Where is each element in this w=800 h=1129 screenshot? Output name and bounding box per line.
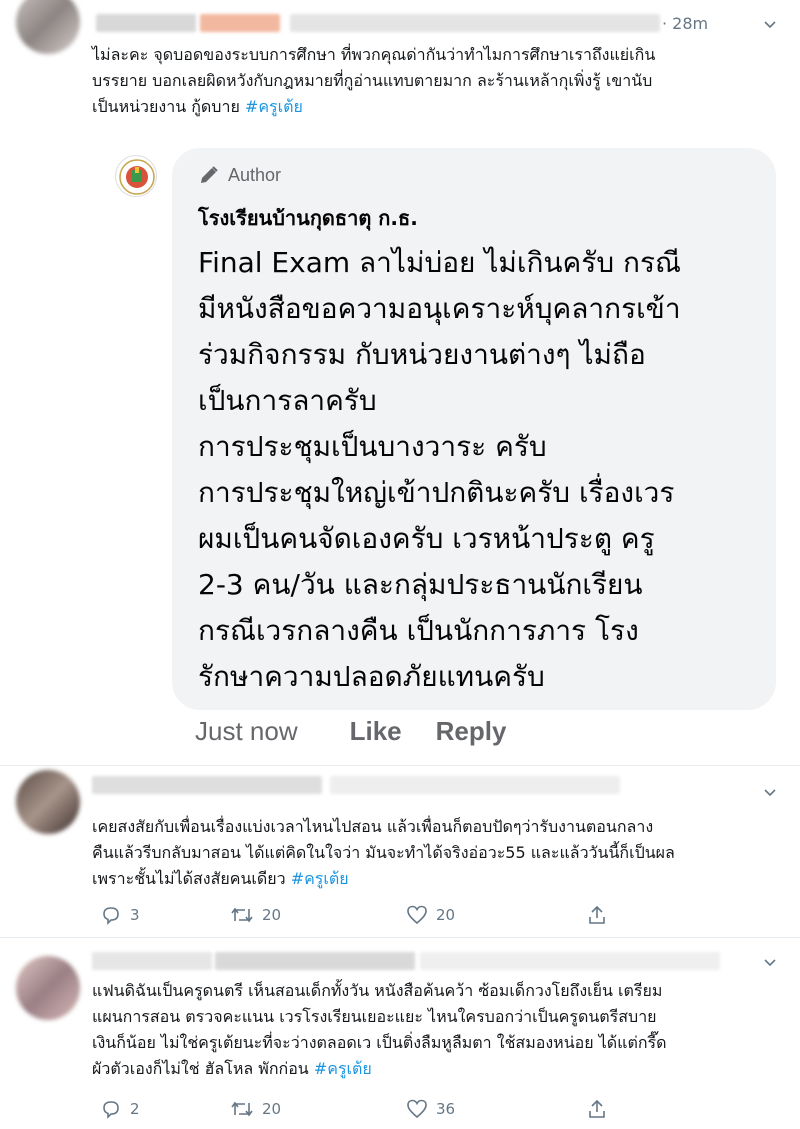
user-handle-blurred bbox=[215, 952, 415, 970]
tweet-line: เป็นหน่วยงาน กู้ดบาย bbox=[92, 97, 245, 116]
chevron-down-icon[interactable] bbox=[762, 16, 778, 32]
tweet-line: เงินก็น้อย ไม่ใช่ครูเต้ยนะที่จะว่างตลอดเ… bbox=[92, 1033, 667, 1052]
reply-line: รักษาความปลอดภัยแทนครับ bbox=[198, 660, 545, 693]
user-name-blurred bbox=[96, 14, 196, 32]
share-action[interactable] bbox=[586, 1098, 616, 1120]
reply-count: 3 bbox=[130, 906, 140, 924]
reply-line: Final Exam ลาไม่บ่อย ไม่เกินครับ กรณี bbox=[198, 246, 681, 279]
tweet-time[interactable]: · 28m bbox=[662, 14, 708, 33]
reply-line: เป็นการลาครับ bbox=[198, 384, 377, 417]
share-icon bbox=[589, 905, 605, 924]
reply-meta: Just now Like Reply bbox=[195, 716, 506, 747]
reply-icon bbox=[103, 907, 119, 925]
tweet-actions: 3 20 20 bbox=[100, 904, 616, 926]
tweet-line: แฟนดิฉันเป็นครูดนตรี เห็นสอนเด็กทั้งวัน … bbox=[92, 981, 663, 1000]
user-handle-blurred bbox=[200, 14, 280, 32]
heart-icon bbox=[407, 1099, 427, 1119]
user-name-blurred bbox=[92, 952, 212, 970]
like-action[interactable]: 20 bbox=[406, 904, 586, 926]
pencil-icon bbox=[201, 166, 218, 183]
reply-line: กรณีเวรกลางคืน เป็นนักการภาร โรง bbox=[198, 614, 639, 647]
reply-text: Final Exam ลาไม่บ่อย ไม่เกินครับ กรณี มี… bbox=[198, 240, 768, 700]
heart-icon bbox=[407, 905, 427, 925]
tweet-body: แฟนดิฉันเป็นครูดนตรี เห็นสอนเด็กทั้งวัน … bbox=[92, 978, 782, 1082]
tweet-line: แผนการสอน ตรวจคะแนน เวรโรงเรียนเยอะแยะ ไ… bbox=[92, 1007, 657, 1026]
retweet-icon bbox=[231, 1101, 253, 1117]
reply-action[interactable]: 2 bbox=[100, 1098, 230, 1120]
retweet-count: 20 bbox=[262, 1100, 282, 1118]
reply-line: การประชุมเป็นบางวาระ ครับ bbox=[198, 430, 547, 463]
share-action[interactable] bbox=[586, 904, 616, 926]
tweet-line: ผัวตัวเองก็ไม่ใช่ ฮัลโหล พักก่อน bbox=[92, 1059, 314, 1078]
like-count: 36 bbox=[436, 1100, 456, 1118]
reply-line: การประชุมใหญ่เข้าปกตินะครับ เรื่องเวร bbox=[198, 476, 675, 509]
tweet-line: ไม่ละคะ จุดบอดของระบบการศึกษา ที่พวกคุณด… bbox=[92, 45, 656, 64]
chevron-down-icon[interactable] bbox=[762, 954, 778, 970]
avatar[interactable] bbox=[16, 0, 80, 54]
user-name-blurred bbox=[92, 776, 322, 794]
tweet-line: เคยสงสัยกับเพื่อนเรื่องแบ่งเวลาไหนไปสอน … bbox=[92, 817, 654, 836]
tweet-body: ไม่ละคะ จุดบอดของระบบการศึกษา ที่พวกคุณด… bbox=[92, 42, 782, 120]
tweet-line: บรรยาย บอกเลยผิดหวังกับกฎหมายที่กูอ่านแท… bbox=[92, 71, 653, 90]
tweet-1: · 28m ไม่ละคะ จุดบอดของระบบการศึกษา ที่พ… bbox=[0, 0, 800, 135]
avatar[interactable] bbox=[16, 770, 80, 834]
tweet-line: คืนแล้วรีบกลับมาสอน ได้แต่คิดในใจว่า มัน… bbox=[92, 843, 675, 862]
tweet-line: เพราะชั้นไม่ได้สงสัยคนเดียว bbox=[92, 869, 291, 888]
reply-line: ร่วมกิจกรรม กับหน่วยงานต่างๆ ไม่ถือ bbox=[198, 338, 646, 371]
reply-line: ผมเป็นคนจัดเองครับ เวรหน้าประตู ครู bbox=[198, 522, 655, 555]
like-button[interactable]: Like bbox=[350, 716, 402, 747]
chevron-down-icon[interactable] bbox=[762, 784, 778, 800]
reply-line: 2-3 คน/วัน และกลุ่มประธานนักเรียน bbox=[198, 568, 643, 601]
tweet-2: เคยสงสัยกับเพื่อนเรื่องแบ่งเวลาไหนไปสอน … bbox=[0, 766, 800, 936]
retweet-icon bbox=[231, 907, 253, 923]
author-badge: Author bbox=[198, 164, 281, 186]
reply-count: 2 bbox=[130, 1100, 140, 1118]
reply-line: มีหนังสือขอความอนุเคราะห์บุคลากรเข้า bbox=[198, 292, 681, 325]
tweet-actions: 2 20 36 bbox=[100, 1098, 616, 1120]
avatar[interactable] bbox=[16, 956, 80, 1020]
user-handle-blurred-2 bbox=[290, 14, 660, 32]
reply-time[interactable]: Just now bbox=[195, 716, 298, 747]
reply-button[interactable]: Reply bbox=[436, 716, 507, 747]
author-badge-label: Author bbox=[228, 164, 282, 185]
user-handle-blurred bbox=[330, 776, 620, 794]
hashtag-link[interactable]: #ครูเต้ย bbox=[314, 1059, 372, 1078]
tweet-body: เคยสงสัยกับเพื่อนเรื่องแบ่งเวลาไหนไปสอน … bbox=[92, 814, 782, 892]
hashtag-link[interactable]: #ครูเต้ย bbox=[291, 869, 349, 888]
share-icon bbox=[589, 1099, 605, 1118]
like-count: 20 bbox=[436, 906, 456, 924]
retweet-action[interactable]: 20 bbox=[230, 904, 406, 926]
like-action[interactable]: 36 bbox=[406, 1098, 586, 1120]
tweet-3: แฟนดิฉันเป็นครูดนตรี เห็นสอนเด็กทั้งวัน … bbox=[0, 938, 800, 1129]
retweet-count: 20 bbox=[262, 906, 282, 924]
user-handle-blurred-2 bbox=[420, 952, 720, 970]
reply-action[interactable]: 3 bbox=[100, 904, 230, 926]
retweet-action[interactable]: 20 bbox=[230, 1098, 406, 1120]
school-logo bbox=[115, 155, 157, 197]
author-name[interactable]: โรงเรียนบ้านกุดธาตุ ก.ธ. bbox=[198, 202, 418, 234]
reply-icon bbox=[103, 1101, 119, 1119]
reply-bubble: Author โรงเรียนบ้านกุดธาตุ ก.ธ. Final Ex… bbox=[172, 148, 776, 710]
hashtag-link[interactable]: #ครูเต้ย bbox=[245, 97, 303, 116]
